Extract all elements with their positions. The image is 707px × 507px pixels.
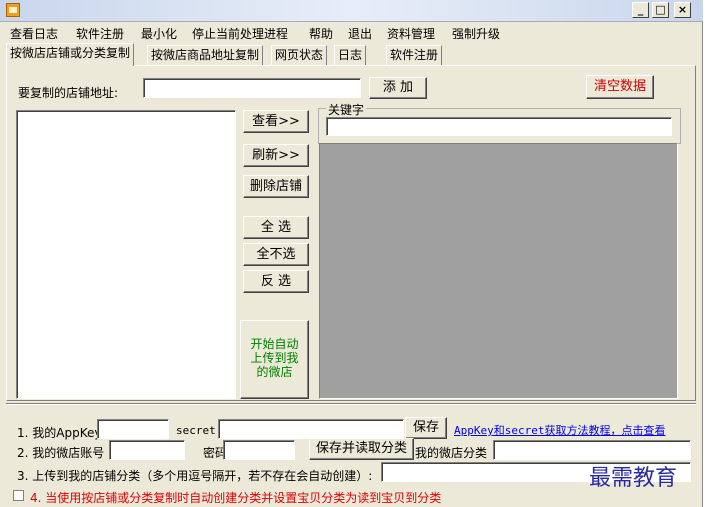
separator: [6, 403, 696, 405]
keyword-input[interactable]: [326, 117, 672, 136]
tab-strip: 按微店店铺或分类复制 按微店商品地址复制 网页状态 日志 软件注册: [6, 43, 696, 66]
appkey-help-link[interactable]: AppKey和secret获取方法教程，点击查看: [454, 422, 665, 438]
store-url-label: 要复制的店铺地址:: [18, 86, 119, 100]
menu-bar: 查看日志 软件注册 最小化 停止当前处理进程 帮助 退出 资料管理 强制升级: [0, 22, 703, 42]
save-button[interactable]: 保存: [405, 417, 447, 439]
watermark: 最需教育: [589, 466, 678, 491]
account-input[interactable]: [109, 440, 185, 460]
view-button[interactable]: 查看>>: [243, 110, 309, 133]
tab-copy-by-store[interactable]: 按微店店铺或分类复制: [6, 43, 135, 66]
delete-store-button[interactable]: 删除店铺: [243, 175, 309, 198]
auto-category-checkbox-label[interactable]: 4. 当使用按店铺或分类复制时自动创建分类并设置宝贝分类为读到宝贝到分类: [30, 489, 441, 506]
account-label: 2. 我的微店账号: [17, 446, 105, 460]
tab-copy-by-product-url[interactable]: 按微店商品地址复制: [147, 45, 264, 65]
select-none-button[interactable]: 全不选: [243, 243, 309, 266]
menu-data-management[interactable]: 资料管理: [387, 25, 435, 42]
store-list[interactable]: [16, 110, 236, 399]
close-button[interactable]: ×: [674, 2, 691, 18]
minimize-button[interactable]: _: [632, 2, 649, 18]
add-button[interactable]: 添 加: [369, 77, 427, 99]
maximize-button[interactable]: □: [652, 2, 669, 18]
app-window: _ □ × 查看日志 软件注册 最小化 停止当前处理进程 帮助 退出 资料管理 …: [0, 0, 703, 507]
password-input[interactable]: [223, 440, 295, 460]
invert-select-button[interactable]: 反 选: [243, 270, 309, 293]
my-category-label: 我的微店分类: [415, 446, 488, 460]
preview-area: [319, 143, 678, 399]
menu-stop-process[interactable]: 停止当前处理进程: [192, 25, 288, 42]
menu-force-upgrade[interactable]: 强制升级: [452, 25, 500, 42]
tab-register[interactable]: 软件注册: [386, 45, 443, 65]
upload-category-label: 3. 上传到我的店铺分类（多个用逗号隔开，若不存在会自动创建）:: [17, 469, 373, 483]
tab-web-status[interactable]: 网页状态: [271, 45, 328, 65]
save-read-category-button[interactable]: 保存并读取分类: [309, 438, 414, 460]
menu-exit[interactable]: 退出: [348, 25, 372, 42]
tab-log[interactable]: 日志: [334, 45, 367, 65]
menu-minimize[interactable]: 最小化: [141, 25, 177, 42]
appkey-label: 1. 我的AppKey: [17, 426, 102, 440]
appkey-input[interactable]: [97, 419, 169, 439]
store-url-input[interactable]: [143, 78, 361, 98]
refresh-button[interactable]: 刷新>>: [243, 144, 309, 167]
auto-upload-button[interactable]: 开始自动上传到我的微店: [240, 320, 309, 399]
select-all-button[interactable]: 全 选: [243, 216, 309, 239]
menu-register[interactable]: 软件注册: [76, 25, 124, 42]
secret-input[interactable]: [218, 419, 404, 439]
title-bar[interactable]: _ □ ×: [0, 0, 703, 22]
menu-help[interactable]: 帮助: [309, 25, 333, 42]
app-icon: [6, 3, 20, 17]
secret-label: secret: [176, 424, 216, 437]
clear-data-button[interactable]: 清空数据: [586, 75, 654, 99]
menu-view-log[interactable]: 查看日志: [10, 25, 58, 42]
my-category-input[interactable]: [493, 440, 691, 460]
auto-category-checkbox[interactable]: [13, 490, 24, 501]
keyword-label: 关键字: [326, 101, 367, 118]
